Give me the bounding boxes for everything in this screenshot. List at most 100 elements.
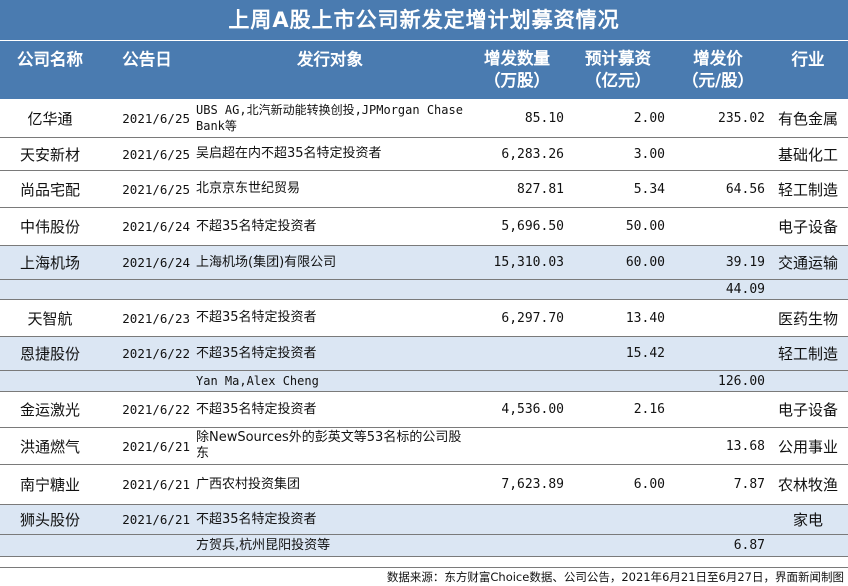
table-row: 上海机场 2021/6/24 上海机场(集团)有限公司 15,310.03 60.00 3… [0, 246, 848, 280]
header-qty-line2: （万股） [484, 71, 550, 90]
cell-qty: 85.10 [524, 110, 564, 126]
cell-company: 上海机场 [19, 254, 80, 272]
cell-target: 不超35名特定投资者 [196, 511, 317, 527]
cell-fund: 2.16 [633, 402, 665, 417]
cell-fund [568, 505, 668, 534]
cell-fund: 15.42 [625, 346, 665, 361]
cell-date: 2021/6/25 [122, 110, 190, 126]
cell-industry: 有色金属 [777, 109, 838, 128]
cell-fund [568, 535, 668, 556]
cell-industry [768, 371, 848, 391]
cell-target: 北京京东世纪贸易 [196, 181, 301, 196]
cell-date [100, 535, 194, 556]
cell-qty: 6,297.70 [501, 310, 564, 326]
header-fund-line1: 预计募资 [585, 49, 651, 68]
cell-date [100, 280, 194, 299]
cell-qty [466, 535, 568, 556]
cell-date: 2021/6/23 [122, 310, 190, 326]
table-row: 尚品宅配 2021/6/25 北京京东世纪贸易 827.81 5.34 64.56 轻工制造 [0, 171, 848, 208]
cell-qty [466, 428, 568, 464]
table-title: 上周A股上市公司新发定增计划募资情况 [0, 0, 848, 41]
source-note: 数据来源：东方财富Choice数据、公司公告，2021年6月21日至6月27日，… [0, 567, 848, 586]
table-row: 天安新材 2021/6/25 吴启超在内不超35名特定投资者 6,283.26 3.00… [0, 138, 848, 171]
cell-price: 44.09 [725, 282, 765, 297]
header-industry: 行业 [768, 41, 848, 99]
header-date: 公告日 [100, 41, 194, 99]
cell-qty: 7,623.89 [501, 477, 564, 492]
cell-fund [568, 280, 668, 299]
cell-industry: 电子设备 [777, 218, 838, 236]
cell-target: 不超35名特定投资者 [196, 218, 317, 234]
cell-target: 方贺兵,杭州昆阳投资等 [196, 537, 331, 553]
table-row: 洪通燃气 2021/6/21 除NewSources外的彭英文等53名标的公司股东 1… [0, 428, 848, 465]
cell-target: 不超35名特定投资者 [196, 345, 317, 361]
cell-company: 天智航 [27, 309, 73, 328]
header-qty: 增发数量 （万股） [466, 41, 568, 99]
cell-company: 天安新材 [19, 145, 80, 164]
cell-target: 除NewSources外的彭英文等53名标的公司股东 [196, 430, 462, 461]
header-fund-line2: （亿元） [585, 71, 651, 90]
cell-company [0, 535, 100, 556]
cell-company: 尚品宅配 [19, 180, 80, 199]
cell-company: 狮头股份 [19, 511, 80, 529]
cell-qty: 4,536.00 [501, 402, 564, 417]
cell-date: 2021/6/21 [122, 512, 190, 527]
cell-fund: 60.00 [625, 255, 665, 270]
cell-target: 广西农村投资集团 [196, 476, 301, 492]
cell-industry [768, 535, 848, 556]
cell-company [0, 280, 100, 299]
cell-date: 2021/6/24 [122, 219, 190, 234]
cell-industry: 电子设备 [777, 401, 838, 419]
cell-fund: 5.34 [633, 181, 665, 197]
cell-target: UBS AG,北汽新动能转换创投,JPMorgan Chase Bank等 [196, 103, 463, 133]
header-date-label: 公告日 [122, 50, 172, 69]
table-row: 南宁糖业 2021/6/21 广西农村投资集团 7,623.89 6.00 7.87 农林牧… [0, 465, 848, 505]
cell-industry [768, 280, 848, 299]
table-row: 44.09 [0, 280, 848, 300]
cell-company: 恩捷股份 [19, 345, 80, 363]
cell-qty: 827.81 [517, 181, 564, 197]
table-row: 亿华通 2021/6/25 UBS AG,北汽新动能转换创投,JPMorgan Ch… [0, 99, 848, 138]
cell-company: 南宁糖业 [19, 476, 80, 494]
cell-industry: 轻工制造 [777, 180, 838, 199]
cell-company: 中伟股份 [19, 218, 80, 236]
cell-fund: 6.00 [633, 477, 665, 492]
header-price-line1: 增发价 [693, 49, 743, 68]
cell-target: 吴启超在内不超35名特定投资者 [196, 146, 382, 161]
cell-company: 亿华通 [27, 109, 73, 128]
header-company-label: 公司名称 [17, 50, 83, 69]
header-industry-label: 行业 [791, 50, 825, 69]
cell-target: 不超35名特定投资者 [196, 401, 317, 417]
cell-date [100, 371, 194, 391]
cell-target: 上海机场(集团)有限公司 [196, 254, 337, 270]
cell-price: 126.00 [718, 373, 765, 389]
cell-industry: 农林牧渔 [777, 476, 838, 494]
cell-fund: 3.00 [633, 146, 665, 162]
cell-industry: 交通运输 [777, 254, 838, 272]
cell-price [668, 392, 768, 427]
cell-fund: 2.00 [633, 110, 665, 126]
cell-company: 洪通燃气 [19, 437, 80, 456]
header-qty-line1: 增发数量 [484, 49, 550, 68]
cell-date: 2021/6/22 [122, 402, 190, 417]
header-fund: 预计募资 （亿元） [568, 41, 668, 99]
cell-company [0, 371, 100, 391]
header-company: 公司名称 [0, 41, 100, 99]
table-figure: 上周A股上市公司新发定增计划募资情况 公司名称 公告日 发行对象 增发数量 （万… [0, 0, 848, 586]
header-target: 发行对象 [194, 41, 466, 99]
cell-price: 39.19 [725, 255, 765, 270]
cell-price [668, 208, 768, 245]
cell-price: 13.68 [725, 438, 765, 454]
cell-qty [466, 371, 568, 391]
cell-qty: 6,283.26 [501, 146, 564, 162]
cell-date: 2021/6/21 [122, 477, 190, 492]
table-row: 金运激光 2021/6/22 不超35名特定投资者 4,536.00 2.16 电子设备 [0, 392, 848, 428]
cell-date: 2021/6/22 [122, 346, 190, 361]
table-row: 天智航 2021/6/23 不超35名特定投资者 6,297.70 13.40 医药生物 [0, 300, 848, 337]
cell-fund: 50.00 [625, 219, 665, 234]
cell-price [668, 138, 768, 170]
cell-industry: 医药生物 [777, 309, 838, 328]
table-row: 方贺兵,杭州昆阳投资等 6.87 [0, 535, 848, 557]
cell-price: 7.87 [733, 477, 765, 492]
cell-date: 2021/6/25 [122, 181, 190, 197]
